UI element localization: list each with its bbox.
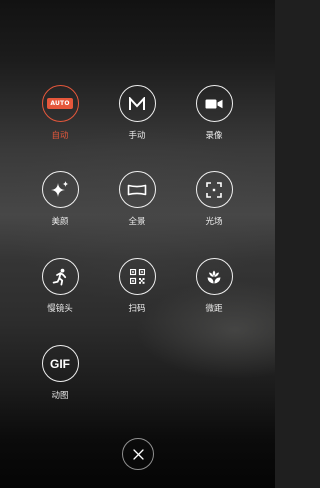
camera-mode-menu: AUTO 自动 手动 录像 美颜 全景 光场 慢镜头 扫码 微距 GIF 动图: [0, 0, 275, 488]
auto-mode-circle: AUTO: [41, 85, 79, 122]
mode-label-manual: 手动: [128, 131, 146, 141]
slow-motion-mode-circle: [41, 258, 79, 295]
flower-icon: [207, 270, 221, 283]
mode-label-slow-motion: 慢镜头: [47, 304, 73, 314]
panorama-icon: [127, 184, 147, 195]
scan-mode-circle: [118, 258, 156, 295]
mode-video[interactable]: 录像: [184, 85, 244, 153]
mode-slow-motion[interactable]: 慢镜头: [30, 258, 90, 326]
mode-gif[interactable]: GIF 动图: [30, 345, 90, 413]
focus-frame-icon: [206, 181, 222, 198]
video-mode-circle: [195, 85, 233, 122]
video-camera-icon: [205, 99, 223, 108]
mode-label-video: 录像: [205, 131, 223, 141]
mode-label-gif: 动图: [51, 391, 69, 401]
mode-label-beauty: 美颜: [51, 217, 69, 227]
qr-code-icon: [129, 269, 145, 284]
panorama-mode-circle: [118, 171, 156, 208]
mode-light-field[interactable]: 光场: [184, 171, 244, 239]
manual-mode-circle: [118, 85, 156, 122]
mode-label-panorama: 全景: [128, 217, 146, 227]
mode-manual[interactable]: 手动: [107, 85, 167, 153]
mode-scan[interactable]: 扫码: [107, 258, 167, 326]
gif-text-icon: GIF: [50, 356, 70, 371]
mode-macro[interactable]: 微距: [184, 258, 244, 326]
mode-label-light-field: 光场: [205, 217, 223, 227]
beauty-mode-circle: [41, 171, 79, 208]
mode-label-macro: 微距: [205, 304, 223, 314]
gif-mode-circle: GIF: [41, 345, 79, 382]
running-person-icon: [52, 268, 67, 285]
mode-auto[interactable]: AUTO 自动: [30, 85, 90, 153]
mode-beauty[interactable]: 美颜: [30, 171, 90, 239]
mode-label-auto: 自动: [51, 131, 69, 141]
mode-label-scan: 扫码: [128, 304, 146, 314]
close-icon: [132, 448, 144, 460]
m-letter-icon: [129, 96, 145, 110]
light-field-mode-circle: [195, 171, 233, 208]
sparkle-icon: [51, 180, 69, 197]
mode-panorama[interactable]: 全景: [107, 171, 167, 239]
macro-mode-circle: [195, 258, 233, 295]
close-button[interactable]: [122, 438, 154, 470]
auto-badge-icon: AUTO: [47, 98, 73, 109]
